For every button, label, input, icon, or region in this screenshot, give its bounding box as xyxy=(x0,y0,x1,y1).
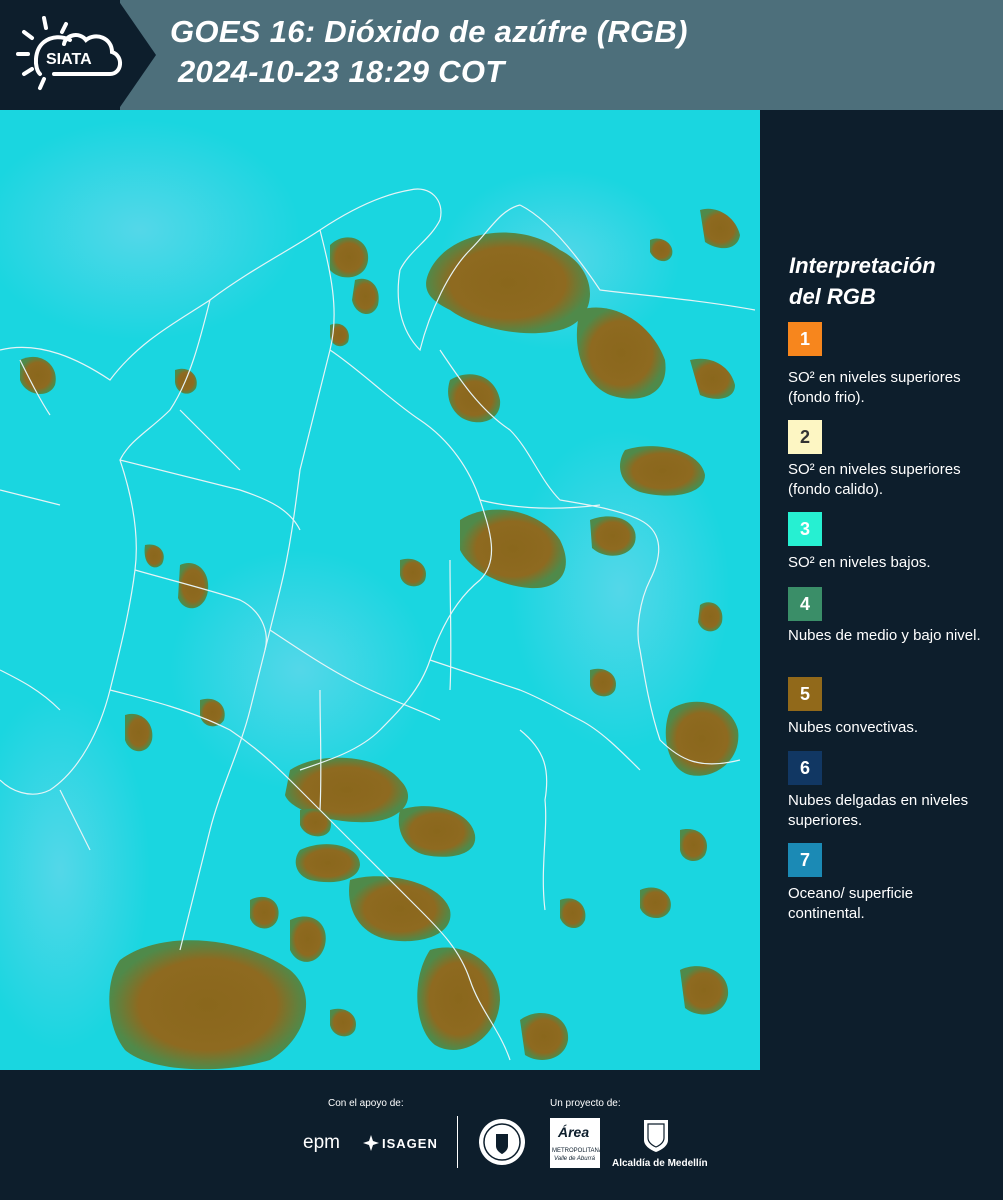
page-title: GOES 16: Dióxido de azúfre (RGB) xyxy=(170,14,688,49)
legend-item-text: Nubes de medio y bajo nivel. xyxy=(788,627,981,644)
satellite-map[interactable] xyxy=(0,110,760,1070)
isagen-logo: ISAGEN xyxy=(382,1136,438,1151)
isagen-icon xyxy=(362,1134,380,1152)
legend-item-text: Nubes delgadas en niveles superiores. xyxy=(788,792,969,829)
legend-item-text: Nubes convectivas. xyxy=(788,719,919,736)
legend-swatch-7: 7 xyxy=(788,843,822,877)
legend-item-text: SO² en niveles bajos. xyxy=(788,554,931,571)
legend-title-line2: del RGB xyxy=(789,284,876,309)
area-logo-sub2: Valle de Aburrá xyxy=(554,1156,595,1162)
page-timestamp: 2024-10-23 18:29 COT xyxy=(178,54,505,89)
legend-swatch-1: 1 xyxy=(788,322,822,356)
legend-item-text: SO² en niveles superiores (fondo frio). xyxy=(788,369,961,406)
siata-logo: SIATA xyxy=(14,12,124,98)
logo-text: SIATA xyxy=(46,51,92,68)
legend-item-text: Oceano/ superficie continental. xyxy=(788,885,914,922)
legend-swatch-5: 5 xyxy=(788,677,822,711)
area-metropolitana-logo: Área METROPOLITANA Valle de Aburrá xyxy=(550,1118,603,1168)
legend-swatch-6: 6 xyxy=(788,751,822,785)
header: SIATA GOES 16: Dióxido de azúfre (RGB) 2… xyxy=(0,0,1003,110)
alcaldia-logo-text: Alcaldía de Medellín xyxy=(612,1158,708,1169)
legend-number: 4 xyxy=(799,594,810,614)
legend-number: 7 xyxy=(799,850,810,870)
legend-item-text: SO² en niveles superiores (fondo calido)… xyxy=(788,461,961,498)
area-logo-text: Área xyxy=(558,1124,590,1140)
legend-swatch-2: 2 xyxy=(788,420,822,454)
legend-panel: Interpretación del RGB 1 SO² en niveles … xyxy=(760,110,1003,1070)
project-label: Un proyecto de: xyxy=(550,1098,621,1109)
support-label: Con el apoyo de: xyxy=(328,1098,404,1109)
legend-number: 1 xyxy=(799,329,810,349)
legend-number: 6 xyxy=(799,758,810,778)
legend-number: 3 xyxy=(799,519,810,539)
footer: Con el apoyo de: Un proyecto de: epm ISA… xyxy=(0,1070,1003,1200)
footer-separator xyxy=(457,1116,458,1168)
area-logo-sub1: METROPOLITANA xyxy=(552,1148,603,1154)
coat-of-arms-icon xyxy=(642,1118,670,1154)
map-canvas xyxy=(0,120,756,1070)
legend-title: Interpretación del RGB xyxy=(789,250,989,312)
legend-number: 2 xyxy=(799,427,810,447)
legend-swatch-3: 3 xyxy=(788,512,822,546)
legend-number: 5 xyxy=(799,684,810,704)
seal-icon xyxy=(478,1118,526,1166)
epm-logo: epm xyxy=(303,1132,340,1153)
sun-cloud-icon: SIATA xyxy=(16,16,122,90)
legend-title-line1: Interpretación xyxy=(789,253,936,278)
legend-swatch-4: 4 xyxy=(788,587,822,621)
